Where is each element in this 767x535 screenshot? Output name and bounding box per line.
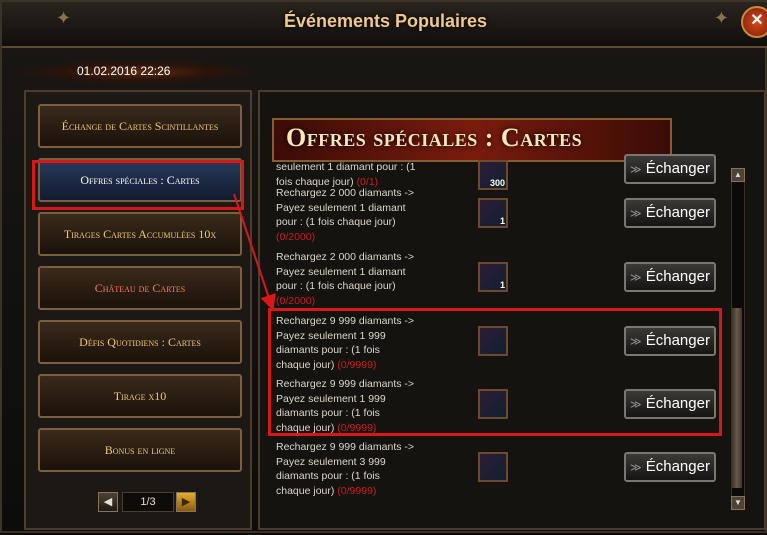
offer-progress: (0/2000) (276, 230, 316, 243)
reward-item-icon[interactable] (478, 452, 508, 482)
title-bar: ✦ ✦ Événements Populaires ✕ (2, 2, 767, 48)
next-page-button[interactable]: ▶ (176, 492, 196, 512)
prev-page-button[interactable]: ◀ (98, 492, 118, 512)
offer-text-line: Payez seulement 1 diamant (276, 265, 406, 278)
sidebar-item-bonus[interactable]: Bonus en ligne (38, 428, 242, 472)
offer-description: Rechargez 2 000 diamants -> Payez seulem… (276, 250, 446, 308)
offer-progress: (0/2000) (276, 294, 316, 307)
exchange-button[interactable]: ≫ Échanger (624, 198, 716, 228)
sidebar: Échange de Cartes Scintillantes Offres s… (24, 90, 252, 530)
date-label: 01.02.2016 22:26 (77, 64, 171, 78)
exchange-button[interactable]: ≫ Échanger (624, 262, 716, 292)
offer-text-line: diamants pour : (1 fois (276, 470, 380, 482)
offer-text-line: pour : (1 fois chaque jour) (276, 216, 396, 228)
reward-item-icon[interactable]: 1 (478, 198, 508, 228)
exchange-button[interactable]: ≫ Échanger (624, 452, 716, 482)
offer-description: Rechargez 2 000 diamants -> Payez seulem… (276, 186, 446, 244)
scrollbar-thumb[interactable] (732, 308, 742, 488)
offer-text-line: Rechargez 2 000 diamants -> (276, 187, 415, 199)
offer-progress: (0/9999) (337, 484, 377, 497)
item-quantity: 1 (499, 216, 505, 226)
exchange-label: Échanger (645, 268, 710, 285)
offer-text-line: pour : (1 fois chaque jour) (276, 280, 396, 292)
reward-item-icon[interactable]: 1 (478, 262, 508, 292)
close-icon: ✕ (750, 12, 764, 29)
banner-title: Offres spéciales : Cartes (286, 123, 583, 152)
offer-text-line: chaque jour) (0/9999) (276, 484, 446, 499)
scroll-up-button[interactable]: ▲ (731, 168, 745, 182)
offer-text-line: Payez seulement 3 999 (276, 455, 386, 468)
window-title: Événements Populaires (283, 11, 488, 31)
offer-text-line: Rechargez 2 000 diamants -> (276, 251, 415, 263)
sidebar-item-tirage-x10[interactable]: Tirage x10 (38, 374, 242, 418)
offer-text-line: seulement 1 diamant pour : (1 (276, 161, 416, 173)
chevron-left-icon: ◀ (103, 496, 113, 508)
chevron-right-icon: ≫ (630, 272, 642, 284)
exchange-label: Échanger (645, 160, 710, 177)
chevron-down-icon: ▼ (734, 498, 742, 507)
offer-text-line: Payez seulement 1 diamant (276, 201, 406, 214)
event-window: ✦ ✦ Événements Populaires ✕ 01.02.2016 2… (0, 0, 767, 533)
exchange-label: Échanger (645, 204, 710, 221)
chevron-up-icon: ▲ (734, 170, 742, 179)
sidebar-item-echange[interactable]: Échange de Cartes Scintillantes (38, 104, 242, 148)
chevron-right-icon: ≫ (630, 208, 642, 220)
highlight-box-menu (32, 160, 244, 210)
exchange-button[interactable]: ≫ Échanger (624, 154, 716, 184)
sidebar-item-tirages-cartes[interactable]: Tirages Cartes Accumulées 10x (38, 212, 242, 256)
sidebar-item-defis[interactable]: Défis Quotidiens : Cartes (38, 320, 242, 364)
offer-text-part: chaque jour) (276, 484, 335, 497)
offer-description: Rechargez 9 999 diamants -> Payez seulem… (276, 440, 446, 498)
chevron-right-icon: ≫ (630, 462, 642, 474)
list-item: Rechargez 2 000 diamants -> Payez seulem… (266, 184, 726, 246)
scroll-down-button[interactable]: ▼ (731, 496, 745, 510)
highlight-box-offers (268, 308, 722, 436)
offer-text-line: Rechargez 9 999 diamants -> (276, 441, 415, 453)
list-item: Rechargez 2 000 diamants -> Payez seulem… (266, 248, 726, 310)
chevron-right-icon: ▶ (181, 496, 191, 508)
page-number: 1/3 (122, 492, 174, 512)
chevron-right-icon: ≫ (630, 164, 642, 176)
close-button[interactable]: ✕ (741, 6, 767, 38)
list-item: Rechargez 9 999 diamants -> Payez seulem… (266, 438, 726, 500)
exchange-label: Échanger (645, 458, 710, 475)
sidebar-item-chateau[interactable]: Château de Cartes (38, 266, 242, 310)
item-quantity: 1 (499, 280, 505, 290)
